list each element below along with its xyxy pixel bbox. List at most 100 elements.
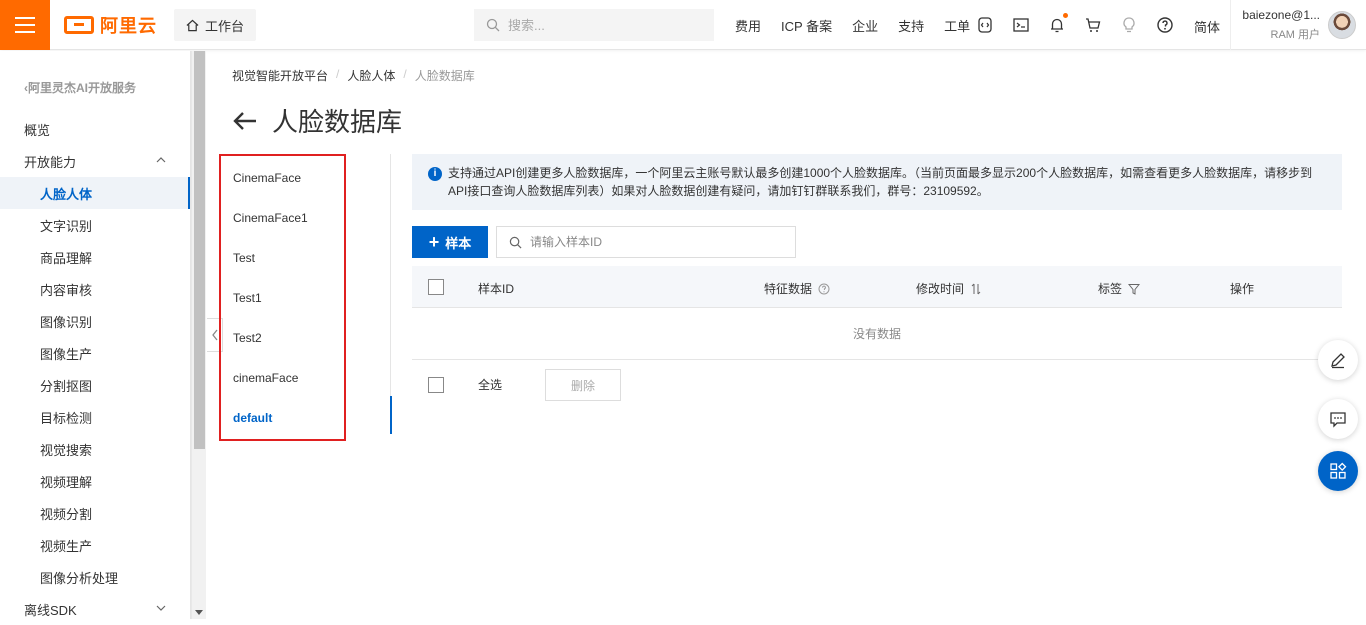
sidebar-item-face-body[interactable]: 人脸人体 [0,177,190,209]
column-header-sample-id: 样本ID [478,280,514,297]
sidebar-item-video-production[interactable]: 视频生产 [0,529,190,561]
sidebar-item-object-detection[interactable]: 目标检测 [0,401,190,433]
sidebar-item-image-analysis[interactable]: 图像分析处理 [0,561,190,593]
sidebar-item-label: 视觉搜索 [40,442,93,458]
database-item-active[interactable]: default [233,411,272,425]
logo-icon [64,16,94,34]
breadcrumb-current: 人脸数据库 [414,69,475,83]
bell-icon[interactable] [1048,13,1068,34]
column-header-actions: 操作 [1230,280,1254,297]
database-item[interactable]: Test2 [233,331,262,345]
logo[interactable]: 阿里云 [64,14,157,36]
database-item[interactable]: CinemaFace1 [233,211,308,225]
table-header: 样本ID 特征数据 修改时间 标签 操作 [412,266,1342,308]
user-role: RAM 用户 [1270,29,1321,41]
chevron-left-icon [211,329,218,341]
sample-search-input[interactable] [530,235,780,249]
filter-icon[interactable] [1128,283,1141,295]
sidebar-item-label: 概览 [24,122,51,138]
breadcrumb: 视觉智能开放平台 / 人脸人体 / 人脸数据库 [232,67,475,84]
select-all-checkbox[interactable] [428,377,444,393]
sample-search[interactable] [496,226,796,258]
sidebar-item-video-understanding[interactable]: 视频理解 [0,465,190,497]
sidebar-group-open-capability[interactable]: 开放能力 [0,145,190,177]
sidebar-item-segmentation[interactable]: 分割抠图 [0,369,190,401]
database-list: CinemaFace CinemaFace1 Test Test1 Test2 … [219,154,346,441]
sidebar-item-image-recognition[interactable]: 图像识别 [0,305,190,337]
header-checkbox[interactable] [428,279,444,295]
column-label: 样本ID [478,282,515,296]
chat-float-button[interactable] [1318,399,1358,439]
add-sample-button[interactable]: + 样本 [412,226,488,258]
cart-icon[interactable] [1084,16,1102,34]
info-icon: i [428,167,442,181]
sidebar-item-content-review[interactable]: 内容审核 [0,273,190,305]
divider [1230,0,1231,50]
nav-link-support[interactable]: 支持 [898,16,924,35]
database-item[interactable]: Test1 [233,291,262,305]
user-name: baiezone@1... [1242,8,1320,22]
language-switch[interactable]: 简体 [1194,17,1220,36]
sidebar-item-visual-search[interactable]: 视觉搜索 [0,433,190,465]
select-all-label[interactable]: 全选 [478,376,502,393]
database-item[interactable]: cinemaFace [233,371,298,385]
sidebar-item-label: 目标检测 [40,410,93,426]
sidebar-item-overview[interactable]: 概览 [0,113,190,145]
nav-link-icp[interactable]: ICP 备案 [781,16,832,35]
lightbulb-icon[interactable] [1120,16,1138,34]
sidebar-item-label: 离线SDK [24,602,77,618]
sidebar-item-label: 开放能力 [24,154,77,170]
breadcrumb-item[interactable]: 人脸人体 [347,67,395,84]
sidebar-scrollbar[interactable] [191,51,206,619]
sidebar-item-label: 视频生产 [40,538,93,554]
help-icon[interactable] [1156,16,1174,34]
column-label: 特征数据 [764,282,813,296]
global-search-input[interactable] [508,17,688,33]
sort-icon[interactable] [970,283,982,295]
sidebar-item-product[interactable]: 商品理解 [0,241,190,273]
database-item[interactable]: CinemaFace [233,171,301,185]
scroll-down-arrow-icon[interactable] [195,610,203,615]
nav-link-enterprise[interactable]: 企业 [852,16,878,35]
page-title: 人脸数据库 [272,107,403,137]
code-icon[interactable] [976,16,994,34]
terminal-icon[interactable] [1012,16,1030,34]
sidebar-item-label: 文字识别 [40,218,93,234]
scrollbar-thumb[interactable] [194,51,205,449]
workbench-label: 工作台 [205,18,245,34]
plus-icon: + [428,232,440,252]
global-search[interactable] [474,9,714,41]
avatar[interactable] [1328,11,1356,39]
apps-float-button[interactable] [1318,451,1358,491]
sidebar-item-ocr[interactable]: 文字识别 [0,209,190,241]
sidebar-item-image-production[interactable]: 图像生产 [0,337,190,369]
breadcrumb-item[interactable]: 视觉智能开放平台 [232,67,328,84]
database-list-divider [390,154,391,434]
logo-text: 阿里云 [100,16,157,36]
nav-link-ticket[interactable]: 工单 [944,16,970,35]
edit-float-button[interactable] [1318,340,1358,380]
sidebar-item-video-segmentation[interactable]: 视频分割 [0,497,190,529]
workbench-button[interactable]: 工作台 [174,9,256,41]
sidebar-item-label: 图像识别 [40,314,93,330]
breadcrumb-separator: / [403,67,407,81]
question-icon[interactable] [818,283,830,295]
sidebar-group-offline-sdk[interactable]: 离线SDK [0,593,190,625]
database-item[interactable]: Test [233,251,255,265]
column-header-modified-time[interactable]: 修改时间 [916,280,982,297]
menu-icon[interactable] [0,0,50,50]
table-empty-state: 没有数据 [412,308,1342,360]
column-header-tags[interactable]: 标签 [1098,280,1141,297]
sidebar-item-label: 视频分割 [40,506,93,522]
page-header: 人脸数据库 [232,102,402,139]
info-notice: i 支持通过API创建更多人脸数据库，一个阿里云主账号默认最多创建1000个人脸… [412,154,1342,210]
nav-link-fees[interactable]: 费用 [735,16,761,35]
apps-icon [1330,462,1347,479]
sidebar-back-link[interactable]: ‹阿里灵杰AI开放服务 [24,79,136,96]
arrow-left-icon[interactable] [232,111,258,131]
user-info[interactable]: baiezone@1... RAM 用户 [1240,8,1320,42]
delete-button[interactable]: 删除 [545,369,621,401]
column-label: 修改时间 [916,282,965,296]
sidebar-back-label: 阿里灵杰AI开放服务 [28,81,137,95]
active-indicator [390,396,392,434]
